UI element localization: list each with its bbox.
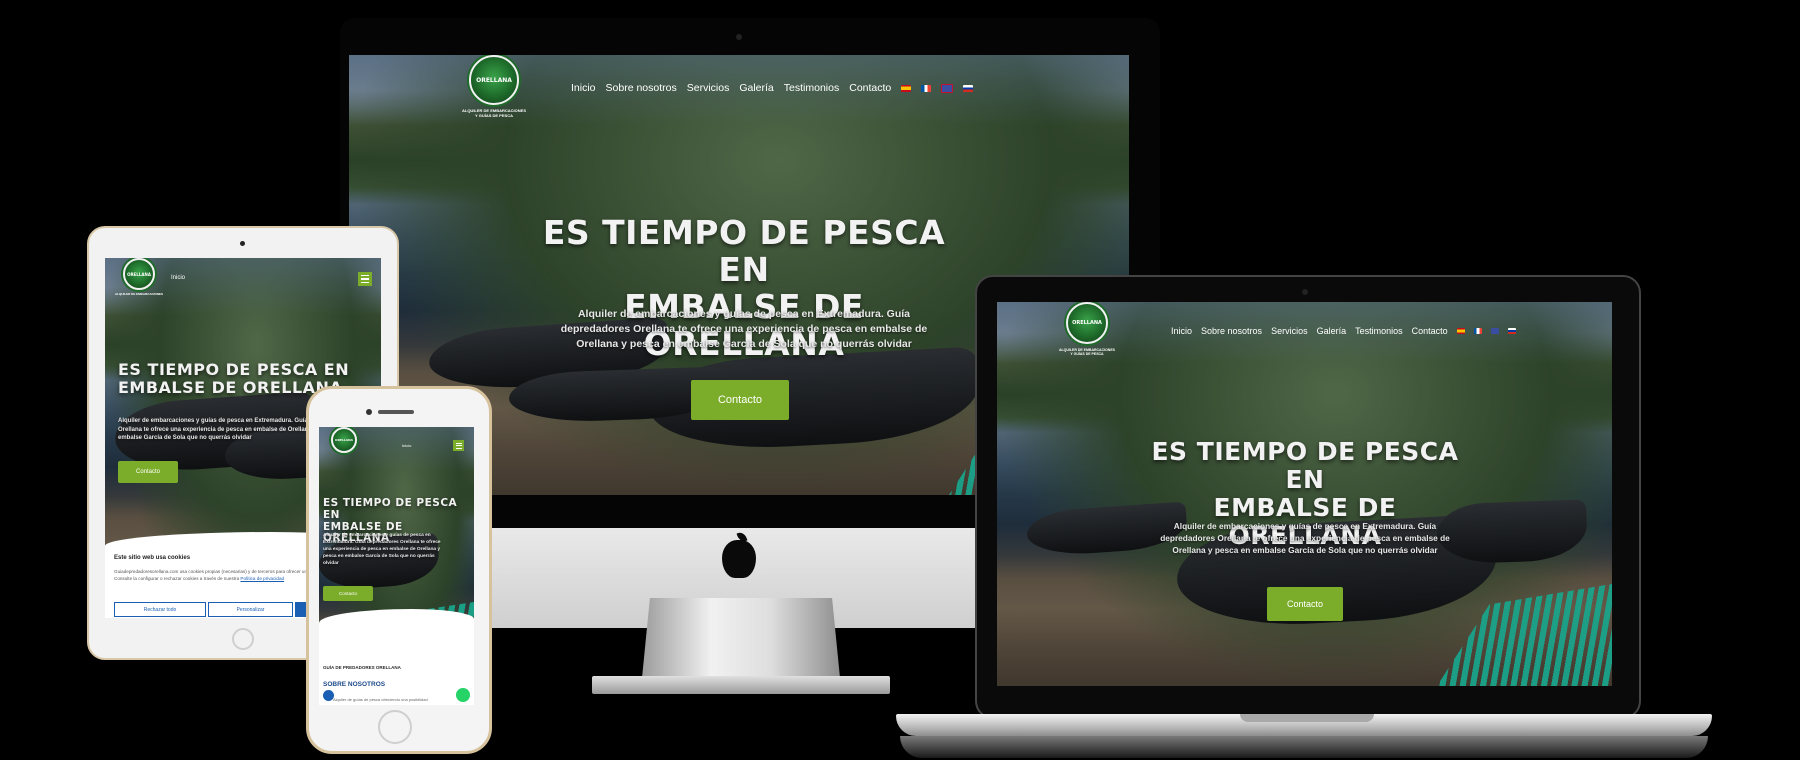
ru-flag-icon[interactable]	[1507, 328, 1516, 334]
hero-desc-line1: Alquiler de embarcaciones y guías de pes…	[323, 533, 431, 538]
whatsapp-icon[interactable]	[456, 688, 470, 702]
nav-sobre-nosotros[interactable]: Sobre nosotros	[606, 82, 677, 94]
hero-description: Alquiler de embarcaciones y guías de pes…	[1109, 520, 1501, 556]
laptop-bottom	[900, 736, 1708, 758]
contacto-button[interactable]: Contacto	[691, 380, 789, 420]
tablet-home-button	[232, 628, 254, 650]
hero-description: Alquiler de embarcaciones y guías de pes…	[479, 307, 1009, 353]
hamburger-menu-icon[interactable]	[358, 272, 372, 286]
hero-desc-line2: depredadores Orellana te ofrece una expe…	[1160, 533, 1450, 544]
contacto-button[interactable]: Contacto	[118, 461, 178, 483]
hero-desc-line5: olvidar	[323, 560, 339, 566]
nav-inicio[interactable]: Inicio	[402, 443, 411, 448]
section-text: Alquiler de guías de pesca ofreciendo un…	[333, 697, 428, 702]
privacy-policy-link[interactable]: Política de privacidad	[240, 576, 284, 581]
phone-speaker	[378, 410, 414, 414]
logo-sub2: Y GUÍAS DE PESCA	[475, 112, 513, 118]
site-logo[interactable]: ORELLANA ALQUILER DE EMBARCACIONES Y GUÍ…	[439, 55, 549, 119]
logo-name: ORELLANA	[476, 76, 512, 84]
wave-divider	[319, 609, 474, 705]
imac-camera	[736, 34, 742, 40]
site-logo[interactable]: ORELLANA	[322, 427, 366, 453]
hero-headline-line1: ES TIEMPO DE PESCA EN	[1151, 437, 1459, 494]
nav-inicio[interactable]: Inicio	[171, 275, 185, 281]
accessibility-icon[interactable]	[323, 690, 334, 701]
contacto-button[interactable]: Contacto	[1267, 587, 1343, 621]
nav-galeria[interactable]: Galería	[1317, 326, 1347, 336]
hero-headline-line1: ES TIEMPO DE PESCA EN	[542, 213, 946, 289]
es-flag-icon[interactable]	[901, 84, 912, 92]
laptop-notch	[1240, 714, 1374, 722]
nav-contacto[interactable]: Contacto	[849, 82, 891, 94]
phone-screen: ORELLANA Inicio ES TIEMPO DE PESCA EN EM…	[319, 427, 474, 705]
hero-desc-line1: Alquiler de embarcaciones y guías de pes…	[577, 308, 911, 320]
logo-name: ORELLANA	[335, 438, 353, 442]
nav-inicio[interactable]: Inicio	[1171, 326, 1192, 336]
section-label: GUÍA DE PREDADORES ORELLANA	[323, 665, 401, 670]
logo-name: ORELLANA	[1072, 320, 1102, 326]
logo-name: ORELLANA	[127, 271, 151, 277]
hero-description: Alquiler de embarcaciones y guías de pes…	[323, 533, 468, 568]
nav-sobre-nosotros[interactable]: Sobre nosotros	[1201, 326, 1262, 336]
hero-desc-line4: pesca en embalse García de Sola que no q…	[323, 553, 435, 559]
reject-all-button[interactable]: Rechazar todo	[114, 602, 206, 617]
cookie-text-line2: configurar o rechazar cookies a través d…	[138, 576, 240, 582]
phone-home-button	[378, 710, 412, 744]
gb-flag-icon[interactable]	[1490, 328, 1499, 334]
main-nav: Inicio Sobre nosotros Servicios Galería …	[571, 82, 974, 94]
nav-contacto[interactable]: Contacto	[1412, 326, 1448, 336]
hero-desc-line2: Extremadura. Guía depredadores Orellana …	[323, 539, 441, 545]
cookie-title: Este sitio web usa cookies	[114, 555, 191, 561]
nav-galeria[interactable]: Galería	[739, 82, 773, 94]
gb-flag-icon[interactable]	[941, 83, 954, 93]
tablet-camera	[240, 241, 245, 246]
imac-foot	[592, 676, 890, 694]
section-title: SOBRE NOSOTROS	[323, 681, 386, 688]
es-flag-icon[interactable]	[1456, 328, 1465, 334]
fr-flag-icon[interactable]	[1473, 328, 1482, 334]
hamburger-menu-icon[interactable]	[453, 440, 464, 451]
site-logo[interactable]: ORELLANA ALQUILER DE EMBARCACIONES	[109, 258, 169, 297]
nav-testimonios[interactable]: Testimonios	[784, 82, 839, 94]
nav-servicios[interactable]: Servicios	[687, 82, 730, 94]
apple-logo-icon	[722, 540, 756, 578]
main-nav: Inicio Sobre nosotros Servicios Galería …	[1171, 326, 1516, 336]
contacto-button[interactable]: Contacto	[323, 586, 373, 601]
fr-flag-icon[interactable]	[921, 84, 932, 92]
laptop-camera	[1302, 289, 1308, 295]
logo-sub: ALQUILER DE EMBARCACIONES	[114, 292, 163, 296]
customize-button[interactable]: Personalizar	[208, 602, 293, 617]
imac-stand	[642, 598, 840, 678]
hero-headline-line1: ES TIEMPO DE PESCA EN	[323, 497, 458, 521]
hero-desc-line2: depredadores Orellana te ofrece una expe…	[560, 323, 928, 336]
nav-servicios[interactable]: Servicios	[1271, 326, 1308, 336]
nav-inicio[interactable]: Inicio	[571, 82, 596, 94]
phone-camera	[366, 409, 372, 415]
hero-desc-line3: Orellana y pesca en embalse García de So…	[1172, 545, 1438, 556]
nav-testimonios[interactable]: Testimonios	[1355, 326, 1403, 336]
laptop-screen: ORELLANA ALQUILER DE EMBARCACIONES Y GUÍ…	[997, 302, 1612, 686]
logo-sub2: Y GUÍAS DE PESCA	[1070, 352, 1104, 357]
hero-desc-line1: Alquiler de embarcaciones y guías de pes…	[1173, 521, 1437, 531]
hero-desc-line3: Orellana y pesca en embalse García de So…	[576, 338, 912, 351]
ru-flag-icon[interactable]	[963, 84, 974, 92]
site-logo[interactable]: ORELLANA ALQUILER DE EMBARCACIONES Y GUÍ…	[1042, 302, 1132, 356]
hero-desc-line3: una experiencia de pesca en embalse de O…	[323, 546, 441, 552]
